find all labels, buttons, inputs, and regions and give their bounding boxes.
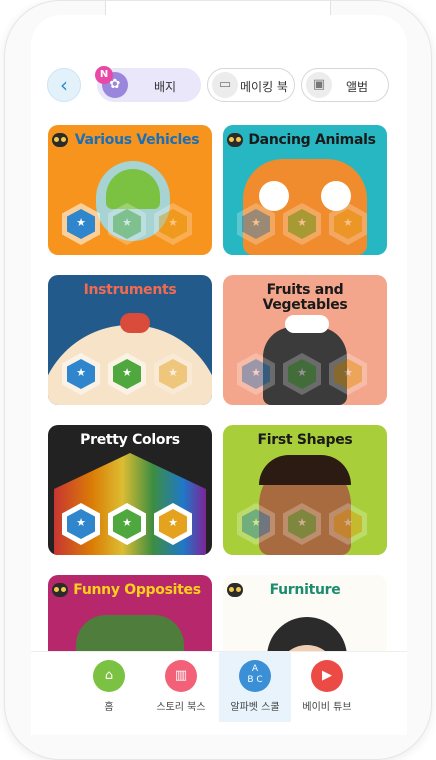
nav-label: 알파벳 스쿨	[230, 702, 280, 713]
book-title: Furniture	[269, 582, 341, 598]
badge-row: ★ ★ ★	[237, 503, 373, 545]
nav-baby-tube[interactable]: ▶ 베이비 튜브	[291, 652, 363, 722]
badge-row: ★ ★ ★	[237, 353, 373, 395]
chevron-left-icon: ‹	[60, 73, 68, 97]
nav-alphabet-school[interactable]: AB C 알파벳 스쿨	[219, 652, 291, 722]
new-badge: N	[95, 66, 113, 84]
id-card-icon: ▭	[212, 72, 238, 98]
tab-label: 배지	[154, 80, 177, 94]
badge-locked-gold: ★	[329, 353, 367, 395]
tab-label: 앨범	[346, 80, 369, 94]
badge-row: ★ ★ ★	[62, 353, 198, 395]
book-title: Various Vehicles	[74, 132, 200, 148]
badge-earned-blue: ★	[62, 203, 100, 245]
badge-locked-blue: ★	[237, 503, 275, 545]
badge-earned-green: ★	[108, 353, 146, 395]
star-icon: ★	[251, 366, 261, 379]
book-title: Fruits and Vegetables	[262, 282, 348, 313]
star-icon: ★	[168, 216, 178, 229]
star-icon: ★	[168, 516, 178, 529]
badge-earned-gold: ★	[154, 503, 192, 545]
photo-icon: ▣	[306, 72, 332, 98]
book-card-first-shapes[interactable]: First Shapes ★ ★ ★	[223, 425, 387, 555]
book-card-pretty-colors[interactable]: Pretty Colors ★ ★ ★	[48, 425, 212, 555]
star-icon: ★	[122, 366, 132, 379]
badge-row: ★ ★ ★	[62, 503, 198, 545]
star-icon: ★	[76, 516, 86, 529]
nav-story-books[interactable]: ▥ 스토리 북스	[145, 652, 217, 722]
nav-label: 베이비 튜브	[302, 702, 352, 713]
badge-locked-blue: ★	[237, 353, 275, 395]
badge-earned-blue: ★	[62, 503, 100, 545]
star-icon: ★	[343, 516, 353, 529]
book-icon: ▥	[165, 660, 197, 692]
badge-locked-gold: ★	[154, 203, 192, 245]
star-icon: ★	[297, 366, 307, 379]
star-icon: ★	[343, 216, 353, 229]
badge-earned-green: ★	[108, 503, 146, 545]
star-icon: ★	[251, 516, 261, 529]
back-button[interactable]: ‹	[47, 68, 81, 102]
star-icon: ★	[251, 216, 261, 229]
abc-blocks-icon: AB C	[239, 660, 271, 692]
book-card-instruments[interactable]: Instruments ★ ★ ★	[48, 275, 212, 405]
star-icon: ★	[168, 366, 178, 379]
badge-locked-gold: ★	[154, 353, 192, 395]
badge-locked-blue: ★	[237, 203, 275, 245]
tab-album[interactable]: ▣ 앨범	[301, 68, 389, 102]
star-icon: ★	[297, 516, 307, 529]
book-title: Dancing Animals	[248, 132, 376, 148]
badge-row: ★ ★ ★	[237, 203, 373, 245]
badge-row: ★ ★ ★	[62, 203, 198, 245]
nav-label: 홈	[104, 702, 114, 713]
badge-locked-green: ★	[283, 353, 321, 395]
badge-locked-gold: ★	[329, 203, 367, 245]
star-icon: ★	[76, 366, 86, 379]
star-icon: ★	[343, 366, 353, 379]
book-title: Instruments	[83, 282, 177, 298]
book-title: Funny Opposites	[73, 582, 201, 598]
app-screen: ‹ N ✿ 배지 ▭ 메이킹 북 ▣ 앨범 Various Vehicles ★…	[31, 15, 407, 735]
badge-locked-green: ★	[283, 503, 321, 545]
play-icon: ▶	[311, 660, 343, 692]
nav-home[interactable]: ⌂ 홈	[73, 652, 145, 722]
top-tab-bar: ‹ N ✿ 배지 ▭ 메이킹 북 ▣ 앨범	[31, 65, 407, 113]
book-card-dancing-animals[interactable]: Dancing Animals ★ ★ ★	[223, 125, 387, 255]
home-icon: ⌂	[93, 660, 125, 692]
bottom-navigation: ⌂ 홈 ▥ 스토리 북스 AB C 알파벳 스쿨 ▶ 베이비 튜브	[31, 651, 407, 722]
nav-label: 스토리 북스	[156, 702, 206, 713]
tab-label: 메이킹 북	[240, 80, 288, 94]
book-title: First Shapes	[257, 432, 353, 448]
badge-locked-gold: ★	[329, 503, 367, 545]
star-icon: ★	[76, 216, 86, 229]
book-card-fruits-and-vegetables[interactable]: Fruits and Vegetables ★ ★ ★	[223, 275, 387, 405]
badge-earned-blue: ★	[62, 353, 100, 395]
star-icon: ★	[122, 516, 132, 529]
star-icon: ★	[297, 216, 307, 229]
badge-locked-green: ★	[108, 203, 146, 245]
phone-frame: ‹ N ✿ 배지 ▭ 메이킹 북 ▣ 앨범 Various Vehicles ★…	[4, 0, 432, 760]
star-icon: ★	[122, 216, 132, 229]
badge-locked-green: ★	[283, 203, 321, 245]
tab-making-book[interactable]: ▭ 메이킹 북	[207, 68, 295, 102]
book-title: Pretty Colors	[80, 432, 180, 448]
book-card-various-vehicles[interactable]: Various Vehicles ★ ★ ★	[48, 125, 212, 255]
